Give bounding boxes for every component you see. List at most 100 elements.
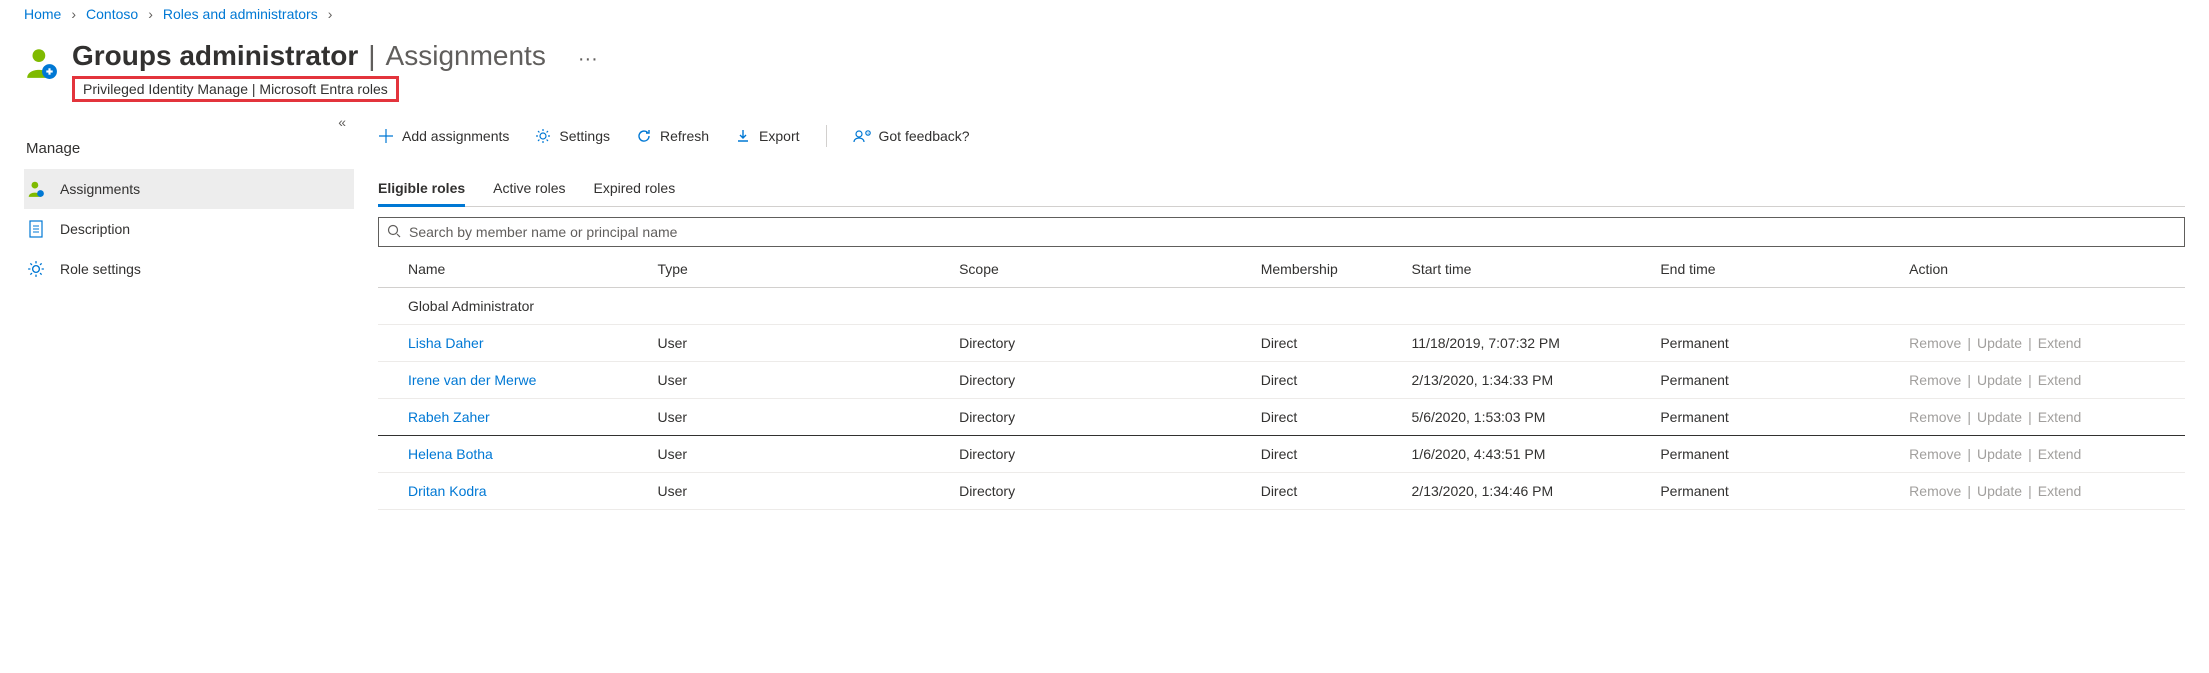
extend-link[interactable]: Extend (2038, 446, 2082, 462)
tab-active-roles[interactable]: Active roles (493, 172, 565, 206)
sidebar-item-label: Assignments (60, 181, 140, 197)
breadcrumb-contoso[interactable]: Contoso (86, 6, 138, 22)
user-role-icon (24, 46, 58, 80)
cell-scope: Directory (951, 362, 1253, 399)
sidebar-item-assignments[interactable]: Assignments (24, 169, 354, 209)
refresh-button[interactable]: Refresh (636, 128, 709, 144)
export-button[interactable]: Export (735, 128, 799, 144)
cell-membership: Direct (1253, 399, 1404, 436)
remove-link[interactable]: Remove (1909, 483, 1961, 499)
breadcrumb-home[interactable]: Home (24, 6, 61, 22)
table-row[interactable]: Rabeh Zaher UserDirectoryDirect5/6/2020, … (378, 399, 2185, 436)
gear-icon (535, 128, 551, 144)
cell-type: User (649, 399, 951, 436)
cell-membership: Direct (1253, 473, 1404, 510)
settings-label: Settings (559, 128, 610, 144)
column-action[interactable]: Action (1901, 251, 2185, 288)
column-type[interactable]: Type (649, 251, 951, 288)
export-label: Export (759, 128, 799, 144)
table-row[interactable]: Helena BothaUserDirectoryDirect1/6/2020,… (378, 436, 2185, 473)
cell-membership: Direct (1253, 325, 1404, 362)
cell-scope: Directory (951, 325, 1253, 362)
breadcrumb-roles[interactable]: Roles and administrators (163, 6, 318, 22)
assignments-table: NameTypeScopeMembershipStart timeEnd tim… (378, 251, 2185, 510)
member-link[interactable]: Dritan Kodra (408, 483, 487, 499)
cell-membership: Direct (1253, 436, 1404, 473)
cell-type: User (649, 436, 951, 473)
search-box[interactable] (378, 217, 2185, 247)
plus-icon (378, 128, 394, 144)
add-assignments-button[interactable]: Add assignments (378, 128, 509, 144)
cell-start: 5/6/2020, 1:53:03 PM (1404, 399, 1653, 436)
cell-scope: Directory (951, 473, 1253, 510)
column-membership[interactable]: Membership (1253, 251, 1404, 288)
member-link[interactable]: Lisha Daher (408, 335, 484, 351)
page-title-bold: Groups administrator (72, 40, 358, 72)
feedback-button[interactable]: ? Got feedback? (853, 128, 970, 144)
column-end-time[interactable]: End time (1652, 251, 1901, 288)
toolbar: Add assignments Settings Refresh (378, 114, 2185, 158)
update-link[interactable]: Update (1977, 335, 2022, 351)
main-content: Add assignments Settings Refresh (354, 114, 2209, 510)
cell-end: Permanent (1652, 399, 1901, 436)
collapse-sidebar-button[interactable]: « (338, 114, 346, 130)
cell-type: User (649, 362, 951, 399)
member-link[interactable]: Rabeh Zaher (408, 409, 490, 425)
member-link[interactable]: Irene van der Merwe (408, 372, 536, 388)
toolbar-divider (826, 125, 827, 147)
page-subtitle: Privileged Identity Manage | Microsoft E… (83, 81, 388, 97)
member-link[interactable]: Helena Botha (408, 446, 493, 462)
chevron-right-icon: › (328, 6, 333, 22)
cell-type: User (649, 473, 951, 510)
cell-type: User (649, 325, 951, 362)
group-header: Global Administrator (378, 288, 2185, 325)
chevron-right-icon: › (71, 6, 76, 22)
cell-start: 11/18/2019, 7:07:32 PM (1404, 325, 1653, 362)
cell-actions: Remove|Update|Extend (1901, 473, 2185, 510)
tab-eligible-roles[interactable]: Eligible roles (378, 172, 465, 207)
page-title-thin: Assignments (386, 40, 546, 72)
table-row[interactable]: Irene van der MerweUserDirectoryDirect2/… (378, 362, 2185, 399)
refresh-icon (636, 128, 652, 144)
sidebar-item-role-settings[interactable]: Role settings (24, 249, 354, 289)
remove-link[interactable]: Remove (1909, 335, 1961, 351)
cell-actions: Remove|Update|Extend (1901, 436, 2185, 473)
user-icon (26, 180, 46, 198)
update-link[interactable]: Update (1977, 409, 2022, 425)
table-row[interactable]: Lisha Daher UserDirectoryDirect11/18/2019… (378, 325, 2185, 362)
update-link[interactable]: Update (1977, 446, 2022, 462)
cell-end: Permanent (1652, 325, 1901, 362)
remove-link[interactable]: Remove (1909, 372, 1961, 388)
extend-link[interactable]: Extend (2038, 335, 2082, 351)
cell-end: Permanent (1652, 436, 1901, 473)
cell-end: Permanent (1652, 362, 1901, 399)
column-name[interactable]: Name (378, 251, 649, 288)
update-link[interactable]: Update (1977, 372, 2022, 388)
extend-link[interactable]: Extend (2038, 409, 2082, 425)
download-icon (735, 128, 751, 144)
sidebar: « Manage Assignments DescriptionRole sett… (24, 114, 354, 510)
column-scope[interactable]: Scope (951, 251, 1253, 288)
cell-scope: Directory (951, 436, 1253, 473)
cell-actions: Remove|Update|Extend (1901, 399, 2185, 436)
column-start-time[interactable]: Start time (1404, 251, 1653, 288)
cell-scope: Directory (951, 399, 1253, 436)
remove-link[interactable]: Remove (1909, 409, 1961, 425)
tab-expired-roles[interactable]: Expired roles (594, 172, 676, 206)
table-row[interactable]: Dritan KodraUserDirectoryDirect2/13/2020… (378, 473, 2185, 510)
settings-button[interactable]: Settings (535, 128, 610, 144)
sidebar-section-manage: Manage (24, 140, 354, 157)
add-assignments-label: Add assignments (402, 128, 509, 144)
extend-link[interactable]: Extend (2038, 483, 2082, 499)
cell-actions: Remove|Update|Extend (1901, 362, 2185, 399)
remove-link[interactable]: Remove (1909, 446, 1961, 462)
breadcrumb: Home › Contoso › Roles and administrator… (24, 6, 2209, 22)
search-input[interactable] (407, 223, 2176, 241)
update-link[interactable]: Update (1977, 483, 2022, 499)
page-title-sep: | (368, 40, 375, 72)
more-actions-button[interactable]: ··· (578, 48, 598, 71)
search-icon (387, 224, 401, 241)
extend-link[interactable]: Extend (2038, 372, 2082, 388)
gear-icon (26, 260, 46, 278)
sidebar-item-description[interactable]: Description (24, 209, 354, 249)
